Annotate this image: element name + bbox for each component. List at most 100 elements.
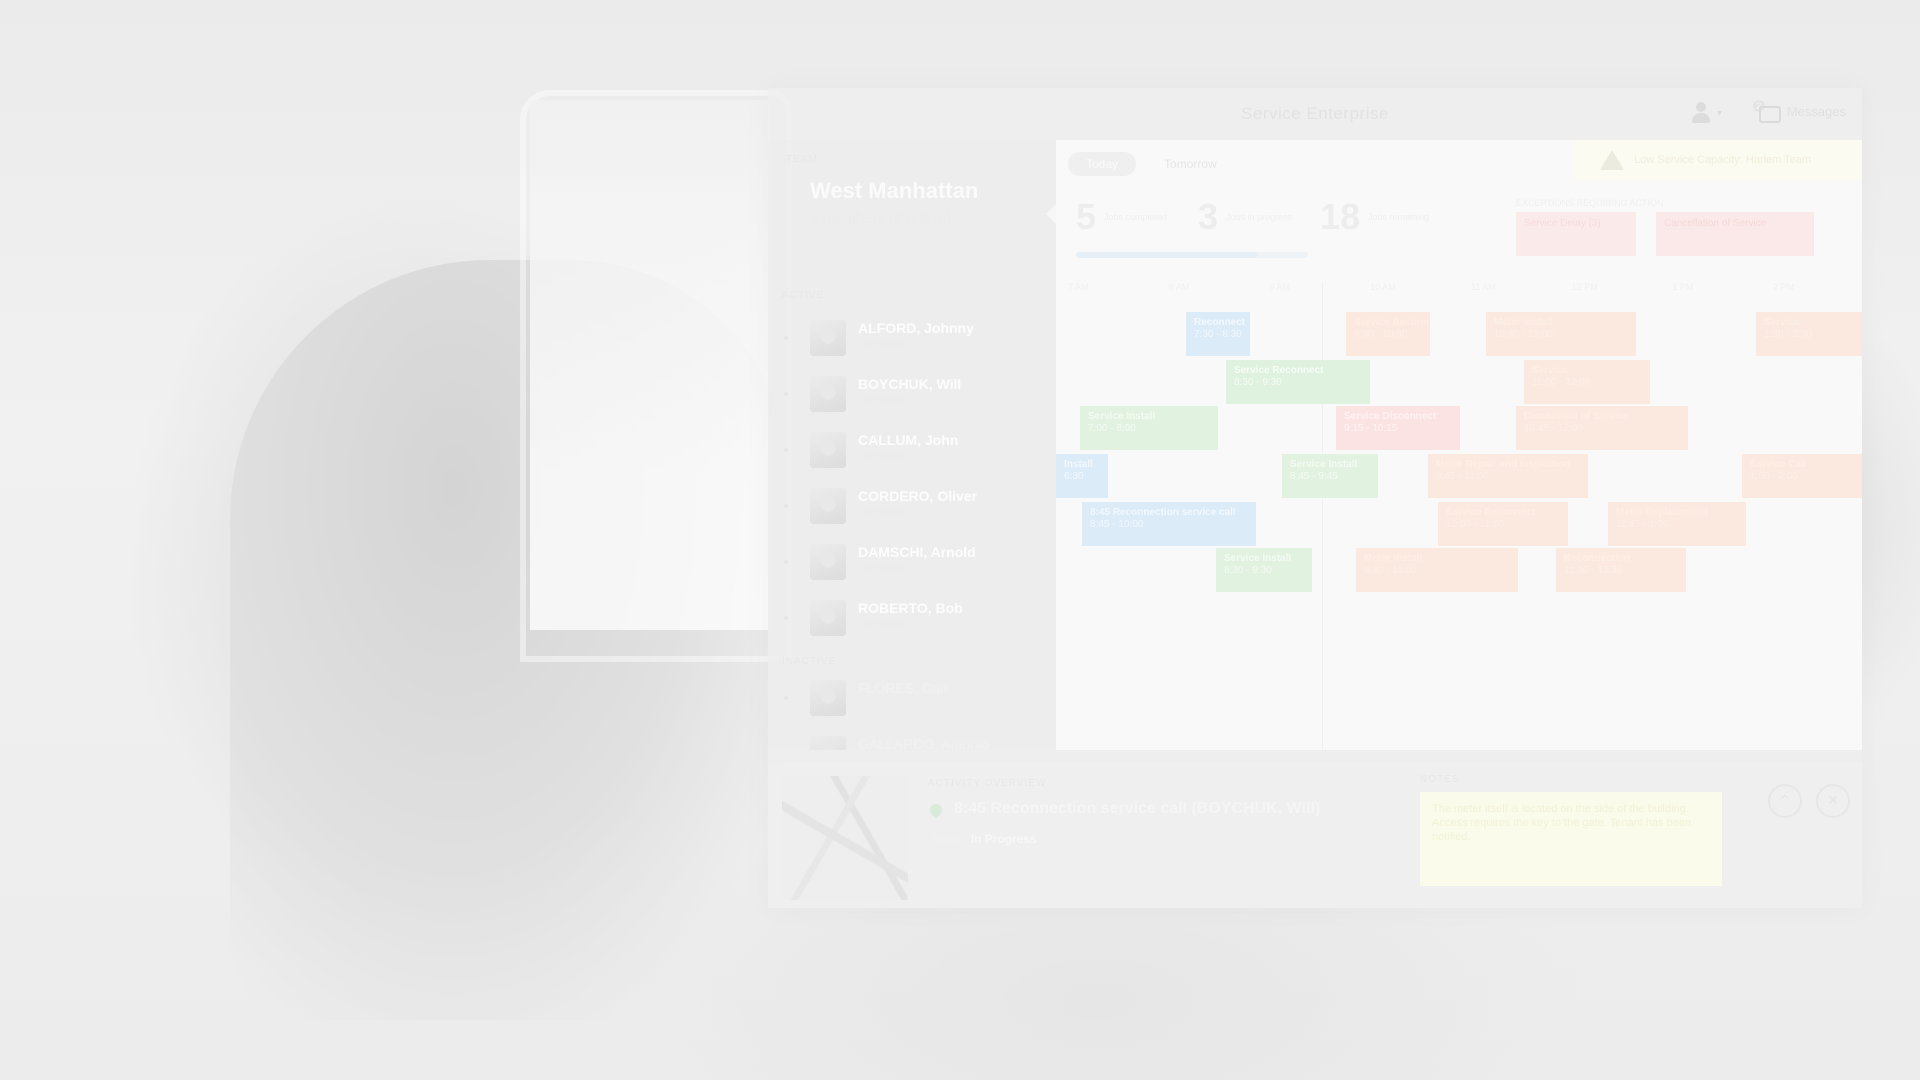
member-row[interactable]: CORDERO, Oliver Technician (768, 478, 1056, 534)
status-value: In Progress (970, 832, 1037, 846)
member-name: CORDERO, Oliver (858, 488, 978, 504)
job-time: 8:30 - 9:30 (1234, 377, 1282, 388)
stat-label: Jobs completed (1104, 212, 1168, 222)
activity-title: 8:45 Reconnection service call (BOYCHUK,… (954, 800, 1321, 817)
status-dot-icon (784, 696, 788, 700)
job-block[interactable]: Service Reconnect9:30 - 10:30 (1346, 312, 1430, 356)
close-button[interactable]: ✕ (1816, 784, 1850, 818)
job-title: Meter Install (1494, 317, 1553, 328)
stat-label: Jobs in progress (1226, 212, 1293, 222)
background-vehicle-window (530, 100, 770, 630)
avatar (810, 680, 846, 716)
exceptions-label: EXCEPTIONS REQUIRING ACTION (1516, 198, 1664, 208)
location-map-thumbnail[interactable] (782, 776, 908, 900)
job-time: 9:45 - 11:00 (1436, 471, 1489, 482)
current-time-line (1322, 282, 1323, 750)
activity-detail-panel: ACTIVITY OVERVIEW 8:45 Reconnection serv… (768, 762, 1862, 908)
job-block[interactable]: Disconnect of Service 10:45 - 12:00 (1516, 406, 1688, 450)
jobs-progress-fill (1076, 252, 1257, 258)
job-title: Service (1764, 317, 1800, 328)
avatar (810, 432, 846, 468)
messages-label: Messages (1786, 103, 1846, 119)
member-role: Technician (858, 395, 906, 406)
job-block[interactable]: Meter Install 9:30 - 11:00 (1356, 548, 1518, 592)
stat-block: 5 Jobs completed (1076, 196, 1174, 238)
job-time: 8:30 - 9:30 (1224, 565, 1272, 576)
job-block[interactable]: Service Install 8:30 - 9:30 (1216, 548, 1312, 592)
activity-section-label: ACTIVITY OVERVIEW (928, 778, 1047, 789)
inactive-section-label: INACTIVE (782, 656, 837, 667)
member-name: GALLARDO, Antonio (858, 736, 989, 750)
team-name[interactable]: West Manhattan (810, 178, 978, 204)
job-block[interactable]: Service Install 8:45 - 9:45 (1282, 454, 1378, 498)
location-pin-icon (927, 801, 945, 819)
job-title: Reconnect (1194, 317, 1246, 328)
member-role: Technician (858, 507, 906, 518)
selected-team-pointer (1046, 204, 1056, 224)
job-block[interactable]: Reconnection 11:30 - 12:30 (1556, 548, 1686, 592)
job-title: Service Reconnect (1354, 317, 1430, 328)
member-row[interactable]: DAMSCHI, Arnold Technician (768, 534, 1056, 590)
member-row[interactable]: BOYCHUK, Will Technician (768, 366, 1056, 422)
user-menu[interactable]: ▾ (1691, 102, 1722, 124)
job-time: 8:45 - 10:00 (1090, 519, 1144, 530)
job-block[interactable]: Service Disconnect 9:15 - 10:15 (1336, 406, 1460, 450)
job-title: Service Install (1088, 411, 1156, 422)
job-block[interactable]: Service Reconnect 8:30 - 9:30 (1226, 360, 1370, 404)
stat-number: 18 (1320, 196, 1361, 237)
stat-block: 3 Jobs in progress (1198, 196, 1296, 238)
chevron-up-icon: ⌃ (1779, 792, 1791, 808)
tab-tomorrow[interactable]: Tomorrow (1146, 152, 1235, 176)
job-time: 10:30 - 12:00 (1494, 329, 1553, 340)
job-title: Disconnect of Service (1524, 411, 1629, 422)
job-block[interactable]: Meter Install 10:30 - 12:00 (1486, 312, 1636, 356)
job-time: 9:15 - 10:15 (1344, 423, 1398, 434)
member-role: Technician (858, 619, 906, 630)
job-block[interactable]: 8:45 Reconnection service call 8:45 - 10:… (1082, 502, 1256, 546)
job-time: 10:00 - 11:00 (1446, 519, 1505, 530)
job-stats: 5 Jobs completed 3 Jobs in progress 18 Jobs r… (1076, 196, 1438, 238)
job-block[interactable]: Install 6:30 (1056, 454, 1108, 498)
job-block[interactable]: Service Call 1:00 - 2:00 (1742, 454, 1862, 498)
job-block[interactable]: Service Reconnect 10:00 - 11:00 (1438, 502, 1568, 546)
job-time: 11:00 - 12:00 (1532, 377, 1591, 388)
exception-service-delay[interactable]: Service Delay (3) (1516, 212, 1636, 256)
exception-cancellation[interactable]: Cancellation of Service (1656, 212, 1814, 256)
member-row[interactable]: CALLUM, John Technician (768, 422, 1056, 478)
job-title: 8:45 Reconnection service call (1090, 507, 1236, 518)
job-time: 6:30 (1064, 471, 1084, 482)
job-time: 7:30 - 8:30 (1194, 329, 1242, 340)
member-row[interactable]: ROBERTO, Bob Technician (768, 590, 1056, 646)
capacity-alert[interactable]: Low Service Capacity: Harlem Team (1574, 140, 1862, 180)
job-block[interactable]: Meter Repair and Inspection 9:45 - 11:00 (1428, 454, 1588, 498)
chevron-down-icon: ▾ (1716, 107, 1722, 119)
avatar (810, 600, 846, 636)
status-dot-icon (784, 616, 788, 620)
member-name: ALFORD, Johnny (858, 320, 974, 336)
job-title: Reconnection (1564, 553, 1631, 564)
member-row[interactable]: FLORES, Carl (768, 670, 1056, 726)
collapse-button[interactable]: ⌃ (1768, 784, 1802, 818)
job-block[interactable]: Service 11:00 - 12:00 (1524, 360, 1650, 404)
job-block[interactable]: Meter Replacement 11:45 - 1:00 (1608, 502, 1746, 546)
tab-today[interactable]: Today (1068, 152, 1137, 176)
job-block[interactable]: Reconnect 7:30 - 8:30 (1186, 312, 1250, 356)
member-role: Technician (858, 451, 906, 462)
job-block[interactable]: Service Install 7:00 - 8:00 (1080, 406, 1218, 450)
messages-button[interactable]: 2 Messages (1752, 100, 1846, 123)
time-label: 11 AM (1471, 282, 1496, 292)
status-dot-icon (784, 560, 788, 564)
job-time: 1:00 - 2:00 (1750, 471, 1798, 482)
job-title: Service Reconnect (1446, 507, 1536, 518)
day-tabs: Today Tomorrow (1068, 152, 1235, 176)
schedule-panel: Today Tomorrow Low Service Capacity: Har… (1056, 140, 1862, 750)
job-block[interactable]: Service 1:30 - 2:30 (1756, 312, 1862, 356)
job-time: 11:45 - 1:00 (1616, 519, 1669, 530)
member-row[interactable]: ALFORD, Johnny Technician (768, 310, 1056, 366)
active-section-label: ACTIVE (782, 290, 825, 301)
member-row[interactable]: GALLARDO, Antonio (768, 726, 1056, 750)
user-icon (1691, 102, 1711, 124)
alert-text: Low Service Capacity: Harlem Team (1634, 154, 1812, 166)
job-title: Service Disconnect (1344, 411, 1437, 422)
job-time: 8:45 - 9:45 (1290, 471, 1338, 482)
